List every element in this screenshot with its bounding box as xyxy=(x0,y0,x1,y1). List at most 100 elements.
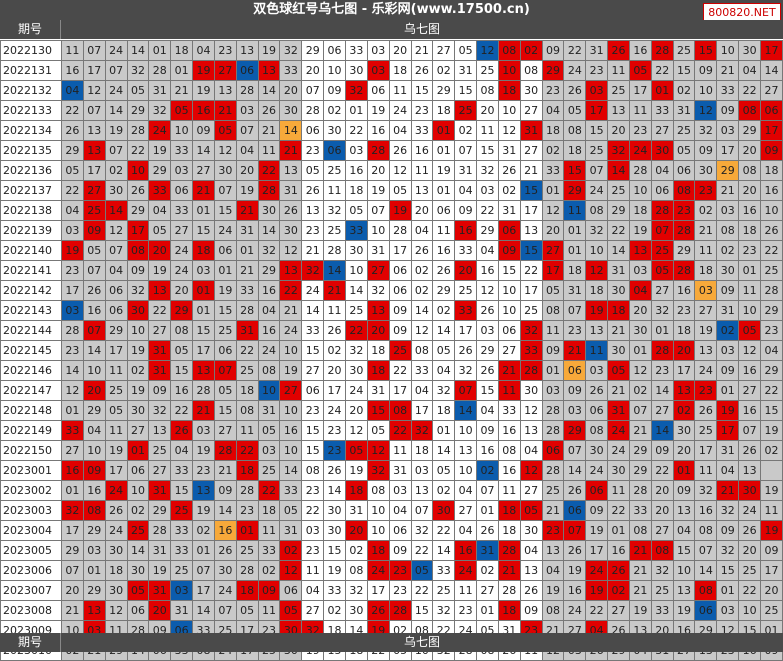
table-row: 2023008 21 13 12 06 20 31 14 07 05 11 05 27 02 30 26 28 1… xyxy=(0,600,783,621)
number-cell: 22 xyxy=(257,160,281,181)
number-cell: 18 xyxy=(563,260,587,281)
number-cell: 27 xyxy=(650,120,674,141)
number-cell: 06 xyxy=(585,480,609,501)
number-cell: 26 xyxy=(476,520,499,541)
table-row: 2022140 19 05 07 08 20 24 18 06 01 32 12 21 28 30 31 17 2… xyxy=(0,240,783,261)
number-cell: 02 xyxy=(716,240,740,261)
number-cell: 32 xyxy=(148,100,172,121)
number-cell: 13 xyxy=(519,220,543,241)
period-cell: 2023007 xyxy=(0,580,62,601)
number-cell: 01 xyxy=(61,400,84,421)
number-cell: 30 xyxy=(126,560,150,581)
number-cell: 16 xyxy=(760,180,783,201)
number-cell: 19 xyxy=(388,200,412,221)
number-cell: 27 xyxy=(519,140,543,161)
number-cell: 13 xyxy=(192,360,215,381)
number-cell: 13 xyxy=(82,140,106,161)
number-cell: 05 xyxy=(366,420,390,441)
number-cell: 08 xyxy=(694,580,718,601)
number-cell: 20 xyxy=(760,580,783,601)
number-cell: 04 xyxy=(519,440,543,461)
number-cell: 18 xyxy=(497,500,521,521)
number-cell: 13 xyxy=(519,420,543,441)
number-cell: 29 xyxy=(432,280,456,301)
number-cell: 01 xyxy=(716,580,740,601)
number-cell: 31 xyxy=(148,580,172,601)
number-cell: 23 xyxy=(388,580,412,601)
number-cell: 23 xyxy=(301,480,325,501)
number-cell: 29 xyxy=(672,240,696,261)
number-cell: 28 xyxy=(388,600,412,621)
number-cell: 09 xyxy=(585,500,609,521)
number-cell: 32 xyxy=(126,280,150,301)
number-cell: 03 xyxy=(257,440,281,461)
number-cell: 01 xyxy=(607,520,630,541)
number-cell: 21 xyxy=(235,200,259,221)
number-cell: 26 xyxy=(738,520,761,541)
number-cell: 07 xyxy=(454,380,478,401)
number-cell: 31 xyxy=(476,540,499,561)
number-cell: 18 xyxy=(344,480,368,501)
number-cell: 27 xyxy=(192,160,215,181)
number-cell: 22 xyxy=(650,460,674,481)
number-cell: 31 xyxy=(344,500,368,521)
number-cell: 08 xyxy=(410,340,434,361)
number-cell: 29 xyxy=(61,140,84,161)
number-cell: 22 xyxy=(760,380,783,401)
number-cell: 16 xyxy=(61,60,84,81)
number-cell: 06 xyxy=(104,300,128,321)
number-cell: 02 xyxy=(541,140,565,161)
number-cell: 19 xyxy=(279,360,303,381)
number-cell: 13 xyxy=(607,100,630,121)
period-cell: 2022130 xyxy=(0,40,62,61)
number-cell: 31 xyxy=(585,40,609,61)
number-cell: 01 xyxy=(61,480,84,501)
number-cell: 32 xyxy=(366,460,390,481)
number-cell: 08 xyxy=(235,400,259,421)
number-cell: 14 xyxy=(257,220,281,241)
number-cell: 01 xyxy=(563,240,587,261)
number-cell: 19 xyxy=(694,320,718,341)
number-cell: 04 xyxy=(104,260,128,281)
number-cell: 30 xyxy=(323,500,346,521)
number-cell: 18 xyxy=(497,80,521,101)
number-cell: 13 xyxy=(738,460,761,481)
number-cell: 09 xyxy=(563,380,587,401)
number-cell: 15 xyxy=(716,560,740,581)
number-cell: 32 xyxy=(257,240,281,261)
number-cell: 20 xyxy=(607,120,630,141)
number-cell: 12 xyxy=(738,340,761,361)
table-row: 2023004 17 29 24 25 28 33 02 16 01 11 31 03 30 20 10 06 3… xyxy=(0,520,783,541)
number-cell: 11 xyxy=(497,480,521,501)
number-cell: 28 xyxy=(323,240,346,261)
table-row: 2022136 05 17 02 10 29 03 27 30 20 22 13 05 25 16 20 12 1… xyxy=(0,160,783,181)
number-cell: 17 xyxy=(760,120,783,141)
number-cell: 25 xyxy=(344,300,368,321)
number-cell: 23 xyxy=(694,380,718,401)
table-row: 2022144 28 07 29 10 27 08 15 25 31 16 24 33 26 22 20 09 1… xyxy=(0,320,783,341)
number-cell: 13 xyxy=(366,300,390,321)
number-cell: 33 xyxy=(279,480,303,501)
number-cell: 27 xyxy=(213,60,237,81)
number-cell: 03 xyxy=(192,260,215,281)
number-cell: 18 xyxy=(760,160,783,181)
number-cell: 29 xyxy=(476,220,499,241)
number-cell: 19 xyxy=(344,460,368,481)
number-cell: 27 xyxy=(454,500,478,521)
number-cell: 13 xyxy=(672,380,696,401)
number-cell: 29 xyxy=(82,400,106,421)
number-cell: 04 xyxy=(235,140,259,161)
number-cell: 05 xyxy=(519,500,543,521)
number-cell: 04 xyxy=(432,360,456,381)
number-cell: 19 xyxy=(126,380,150,401)
number-cell: 21 xyxy=(519,160,543,181)
number-cell: 30 xyxy=(323,120,346,141)
number-cell: 03 xyxy=(170,580,194,601)
number-cell: 10 xyxy=(126,160,150,181)
number-cell: 24 xyxy=(213,220,237,241)
number-cell: 24 xyxy=(563,600,587,621)
number-cell: 26 xyxy=(476,300,499,321)
table-row: 2022133 22 07 14 29 32 05 16 21 03 26 30 28 02 01 19 24 2… xyxy=(0,100,783,121)
number-cell: 31 xyxy=(519,120,543,141)
number-cell: 19 xyxy=(585,300,609,321)
